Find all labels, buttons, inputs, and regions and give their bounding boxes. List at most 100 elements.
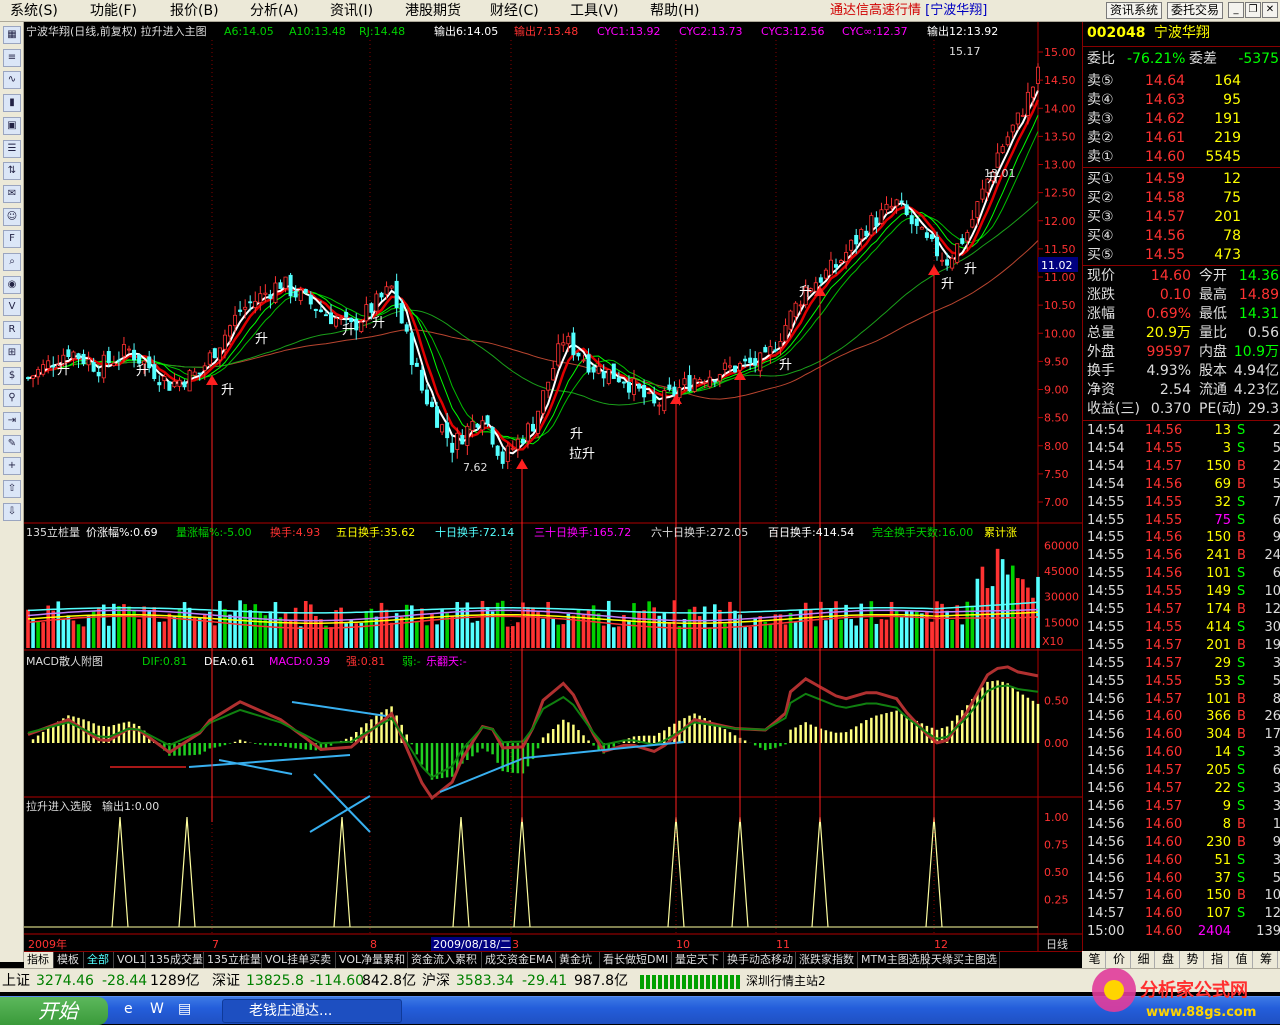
pen-icon[interactable]: ✎ [3,434,21,453]
search-icon[interactable]: ⌕ [3,253,21,271]
indicator-tab[interactable]: 换手动态移动 [724,952,796,968]
volume-bar [117,606,121,648]
start-button[interactable]: 开始 [0,997,108,1025]
list-icon[interactable]: ≡ [3,48,21,67]
line-chart-icon[interactable]: ∿ [3,71,21,90]
tick-row: 14:55 14.55 32 S 7 [1087,494,1280,510]
news-system-button[interactable]: 资讯系统 [1106,2,1163,19]
folder-icon[interactable]: ▤ [178,1001,191,1017]
volume-bar [667,622,672,648]
volume-bar [157,621,162,648]
down-arrow-icon[interactable]: ⇩ [3,502,21,521]
menu-quote[interactable]: 报价(B) [170,1,219,21]
candle-body [374,293,379,312]
x-month-12: 12 [934,938,948,951]
price-tick: 10.00 [1044,327,1076,340]
menu-system[interactable]: 系统(S) [10,1,58,21]
candle-body [1000,146,1005,153]
signal-label: 升 [221,383,234,398]
calc-icon[interactable]: ⊞ [3,343,21,362]
trade-button[interactable]: 委托交易 [1167,2,1224,19]
candle-body [773,349,778,352]
vol-icon[interactable]: V [3,298,21,317]
menu-function[interactable]: 功能(F) [90,1,137,21]
f10-icon[interactable]: F [3,230,21,249]
volume-bar [783,624,788,648]
indicator-tab[interactable]: 成交资金EMA [482,952,556,968]
sort-icon[interactable]: ⇅ [3,162,21,181]
rsi-icon[interactable]: R [3,321,21,340]
word-icon[interactable]: W [150,1001,164,1017]
volume-bar [531,607,535,648]
candle-body [263,292,268,295]
ie-icon[interactable]: e [124,1001,133,1017]
minimize-icon[interactable]: _ [1228,2,1244,18]
link-icon[interactable]: ⚲ [3,389,21,408]
close-icon[interactable]: ✕ [1262,2,1278,18]
indicator-tab[interactable]: 量定天下 [672,952,724,968]
window-icon[interactable]: ▣ [3,116,21,135]
candle-body [222,334,227,350]
eye-icon[interactable]: ◉ [3,275,21,294]
indicator-tab[interactable]: 135成交量 [146,952,204,968]
candle-body [919,226,924,230]
menu-analysis[interactable]: 分析(A) [250,1,299,21]
candle-body [995,152,1000,168]
ask-row: 卖② 14.61 219 [1087,130,1241,146]
taskbar-app-button[interactable]: 老钱庄通达... [222,999,402,1023]
volume-bar [768,623,773,648]
sz-change: -114.60 [310,973,365,989]
indicator-tab[interactable]: 资金流入累积 [408,952,482,968]
cyc3: CYC3:12.56 [761,25,824,38]
indicator-tab[interactable]: 天缘买主图选 [928,952,1000,968]
indicator-tab[interactable]: 看长做短DMI [600,952,672,968]
candle-body [485,415,490,424]
candle-body [945,259,950,266]
quote-row: 涨跌 0.10 最高 14.89 [1087,287,1279,303]
candle-body [278,282,283,289]
table-icon[interactable]: ☰ [3,139,21,158]
indicator-tab[interactable]: VOL1 [114,952,146,968]
candle-body [227,325,232,337]
stock-header: 002048 宁波华翔 [1087,24,1277,42]
signal-label: 升 [342,323,355,338]
volume-bar [849,619,853,648]
indicator-tab[interactable]: 黄金坑 [556,952,600,968]
candle-body [515,438,520,450]
exit-icon[interactable]: ⇥ [3,411,21,430]
dollar-icon[interactable]: $ [3,366,21,385]
indicator-tab[interactable]: 模板 [54,952,84,968]
ma-rj: RJ:14.48 [359,25,405,38]
menu-tools[interactable]: 工具(V) [570,1,619,21]
mail-icon[interactable]: ✉ [3,184,21,203]
indicator-tab[interactable]: 指标 [24,952,54,968]
candle-body [334,318,339,327]
hs-change: -29.41 [522,973,568,989]
indicator-tab[interactable]: 全部 [84,952,114,968]
indicator-tab[interactable]: 135立桩量 [204,952,262,968]
candle-body [798,304,803,307]
volume-bar [965,601,970,648]
restore-icon[interactable]: ❐ [1245,2,1261,18]
volume-bar [879,619,884,648]
menu-info[interactable]: 资讯(I) [330,1,373,21]
menu-help[interactable]: 帮助(H) [650,1,699,21]
menu-finance[interactable]: 财经(C) [490,1,539,21]
candle-body [313,308,318,311]
indicator-tab[interactable]: 涨跌家指数 [796,952,858,968]
plus-icon[interactable]: + [3,457,21,476]
grid-icon[interactable]: ▦ [3,26,21,44]
candle-body [308,294,313,305]
volume-bar [541,618,545,648]
kline-icon[interactable]: ▮ [3,94,21,113]
users-icon[interactable]: ☺ [3,207,21,226]
up-arrow-icon[interactable]: ⇧ [3,480,21,498]
indicator-tab[interactable]: MTM主图选股 [858,952,931,968]
indicator-tab[interactable]: VOL挂单买卖 [262,952,336,968]
indicator-tab[interactable]: VOL净量累和 [336,952,408,968]
menu-hk-futures[interactable]: 港股期货 [405,1,461,21]
volume-bar [975,578,980,648]
volume-bar [384,609,389,648]
candle-body [435,406,440,428]
candle-body [172,380,177,388]
